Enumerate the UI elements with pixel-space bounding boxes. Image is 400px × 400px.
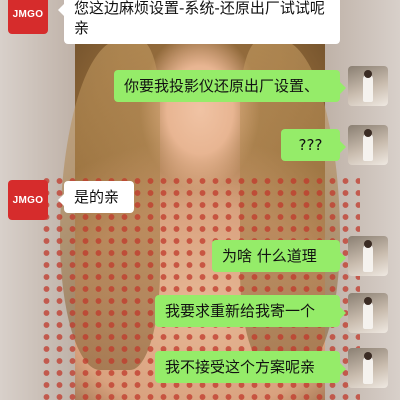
contact-avatar[interactable]: JMGO: [8, 0, 48, 34]
avatar-figure: [363, 301, 373, 329]
user-avatar[interactable]: [348, 66, 388, 106]
user-avatar[interactable]: [348, 348, 388, 388]
bubble-tail: [340, 252, 346, 264]
contact-avatar-text: JMGO: [12, 8, 44, 20]
avatar-figure: [363, 133, 373, 161]
avatar-head: [364, 352, 372, 360]
bubble-tail: [340, 141, 346, 153]
message-bubble[interactable]: 为啥 什么道理: [212, 240, 340, 272]
contact-avatar-text: JMGO: [12, 194, 44, 206]
user-avatar[interactable]: [348, 125, 388, 165]
message-bubble[interactable]: 您这边麻烦设置-系统-还原出厂试试呢亲: [64, 0, 340, 44]
avatar-head: [364, 70, 372, 78]
message-bubble[interactable]: 我不接受这个方案呢亲: [155, 351, 340, 383]
message-bubble[interactable]: 你要我投影仪还原出厂设置、: [114, 70, 340, 102]
bubble-tail: [340, 363, 346, 375]
avatar-head: [364, 297, 372, 305]
message-bubble[interactable]: 我要求重新给我寄一个: [155, 295, 340, 327]
message-bubble[interactable]: ???: [281, 129, 340, 161]
avatar-figure: [363, 244, 373, 272]
bubble-tail: [340, 82, 346, 94]
avatar-figure: [363, 356, 373, 384]
user-avatar[interactable]: [348, 293, 388, 333]
contact-avatar[interactable]: JMGO: [8, 180, 48, 220]
bubble-tail: [340, 307, 346, 319]
user-avatar[interactable]: [348, 236, 388, 276]
message-bubble[interactable]: 是的亲: [64, 181, 134, 213]
avatar-figure: [363, 74, 373, 102]
avatar-head: [364, 129, 372, 137]
avatar-head: [364, 240, 372, 248]
